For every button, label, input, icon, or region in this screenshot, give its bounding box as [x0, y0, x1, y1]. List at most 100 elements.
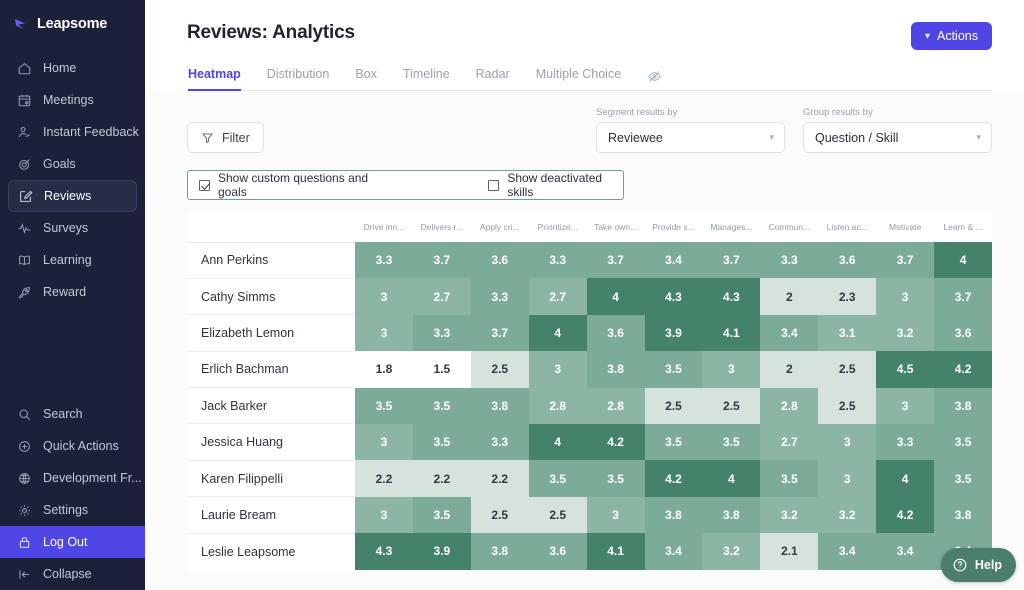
- heatmap-cell[interactable]: 3: [529, 351, 587, 387]
- heatmap-cell[interactable]: 1.5: [413, 351, 471, 387]
- heatmap-cell[interactable]: 3.3: [876, 424, 934, 460]
- segment-select[interactable]: Reviewee ▾: [596, 122, 785, 153]
- tab-multiple-choice[interactable]: Multiple Choice: [536, 67, 621, 91]
- sidebar-item-collapse[interactable]: Collapse: [8, 558, 137, 590]
- sidebar-item-settings[interactable]: Settings: [8, 494, 137, 526]
- heatmap-cell[interactable]: 3.6: [529, 533, 587, 569]
- heatmap-cell[interactable]: 3.6: [587, 315, 645, 351]
- heatmap-cell[interactable]: 3.5: [587, 460, 645, 496]
- heatmap-cell[interactable]: 2.2: [355, 460, 413, 496]
- heatmap-cell[interactable]: 2: [760, 278, 818, 314]
- heatmap-cell[interactable]: 3.4: [818, 533, 876, 569]
- heatmap-cell[interactable]: 4: [587, 278, 645, 314]
- heatmap-cell[interactable]: 3.6: [818, 242, 876, 278]
- heatmap-cell[interactable]: 3.7: [702, 242, 760, 278]
- heatmap-cell[interactable]: 4: [529, 315, 587, 351]
- heatmap-cell[interactable]: 3.7: [471, 315, 529, 351]
- heatmap-cell[interactable]: 2.8: [760, 388, 818, 424]
- heatmap-cell[interactable]: 3: [818, 424, 876, 460]
- heatmap-cell[interactable]: 3.5: [702, 424, 760, 460]
- heatmap-cell[interactable]: 4.1: [702, 315, 760, 351]
- heatmap-cell[interactable]: 3.2: [702, 533, 760, 569]
- heatmap-cell[interactable]: 3.3: [529, 242, 587, 278]
- heatmap-cell[interactable]: 3: [876, 388, 934, 424]
- sidebar-item-instant-feedback[interactable]: Instant Feedback: [8, 116, 137, 148]
- heatmap-cell[interactable]: 1.8: [355, 351, 413, 387]
- heatmap-cell[interactable]: 2.8: [587, 388, 645, 424]
- table-row[interactable]: Karen Filippelli2.22.22.23.53.54.243.534…: [187, 460, 992, 496]
- heatmap-cell[interactable]: 4: [876, 460, 934, 496]
- table-row[interactable]: Erlich Bachman1.81.52.533.83.5322.54.54.…: [187, 351, 992, 387]
- heatmap-cell[interactable]: 4.3: [645, 278, 703, 314]
- heatmap-cell[interactable]: 3.7: [413, 242, 471, 278]
- sidebar-item-meetings[interactable]: Meetings: [8, 84, 137, 116]
- heatmap-cell[interactable]: 2.5: [471, 497, 529, 533]
- heatmap-cell[interactable]: 3.8: [471, 388, 529, 424]
- heatmap-cell[interactable]: 3.9: [413, 533, 471, 569]
- heatmap-cell[interactable]: 4.1: [587, 533, 645, 569]
- heatmap-cell[interactable]: 3.3: [355, 242, 413, 278]
- heatmap-cell[interactable]: 3.3: [471, 278, 529, 314]
- heatmap-cell[interactable]: 3: [702, 351, 760, 387]
- heatmap-cell[interactable]: 2.2: [471, 460, 529, 496]
- sidebar-item-development-framework[interactable]: Development Fr...: [8, 462, 137, 494]
- heatmap-cell[interactable]: 2: [760, 351, 818, 387]
- heatmap-cell[interactable]: 3.7: [587, 242, 645, 278]
- heatmap-cell[interactable]: 3.4: [645, 242, 703, 278]
- heatmap-cell[interactable]: 4: [529, 424, 587, 460]
- table-row[interactable]: Leslie Leapsome4.33.93.83.64.13.43.22.13…: [187, 533, 992, 569]
- heatmap-cell[interactable]: 3.3: [413, 315, 471, 351]
- heatmap-cell[interactable]: 3.2: [818, 497, 876, 533]
- heatmap-cell[interactable]: 3.6: [934, 315, 992, 351]
- heatmap-cell[interactable]: 3.3: [760, 242, 818, 278]
- heatmap-cell[interactable]: 2.5: [702, 388, 760, 424]
- checkbox-custom-questions[interactable]: Show custom questions and goals: [199, 171, 388, 199]
- heatmap-cell[interactable]: 2.5: [471, 351, 529, 387]
- heatmap-cell[interactable]: 3.5: [413, 424, 471, 460]
- heatmap-cell[interactable]: 3.8: [587, 351, 645, 387]
- tab-box[interactable]: Box: [355, 67, 377, 91]
- checkbox-deactivated-skills[interactable]: Show deactivated skills: [488, 171, 623, 199]
- heatmap-cell[interactable]: 3.8: [934, 497, 992, 533]
- heatmap-cell[interactable]: 3: [355, 278, 413, 314]
- heatmap-cell[interactable]: 3.3: [471, 424, 529, 460]
- heatmap-cell[interactable]: 4.3: [355, 533, 413, 569]
- table-row[interactable]: Cathy Simms32.73.32.744.34.322.333.7: [187, 278, 992, 314]
- sidebar-item-goals[interactable]: Goals: [8, 148, 137, 180]
- heatmap-cell[interactable]: 3.5: [934, 424, 992, 460]
- heatmap-cell[interactable]: 3.5: [529, 460, 587, 496]
- group-select[interactable]: Question / Skill ▾: [803, 122, 992, 153]
- sidebar-item-reviews[interactable]: Reviews: [8, 180, 137, 212]
- heatmap-cell[interactable]: 3.8: [934, 388, 992, 424]
- table-row[interactable]: Elizabeth Lemon33.33.743.63.94.13.43.13.…: [187, 315, 992, 351]
- heatmap-cell[interactable]: 3: [355, 424, 413, 460]
- heatmap-table-wrap[interactable]: Drive inn...Delivers r...Apply cri...Pri…: [187, 212, 992, 572]
- heatmap-cell[interactable]: 4.3: [702, 278, 760, 314]
- tab-radar[interactable]: Radar: [476, 67, 510, 91]
- heatmap-cell[interactable]: 3: [587, 497, 645, 533]
- heatmap-cell[interactable]: 3.5: [355, 388, 413, 424]
- heatmap-cell[interactable]: 3.5: [413, 497, 471, 533]
- heatmap-cell[interactable]: 3.4: [760, 315, 818, 351]
- actions-button[interactable]: ▾ Actions: [911, 22, 992, 50]
- heatmap-cell[interactable]: 4.2: [876, 497, 934, 533]
- heatmap-cell[interactable]: 4.2: [587, 424, 645, 460]
- heatmap-cell[interactable]: 3.2: [876, 315, 934, 351]
- sidebar-item-search[interactable]: Search: [8, 398, 137, 430]
- heatmap-cell[interactable]: 2.5: [529, 497, 587, 533]
- heatmap-cell[interactable]: 3.5: [645, 351, 703, 387]
- heatmap-cell[interactable]: 2.3: [818, 278, 876, 314]
- heatmap-cell[interactable]: 3.4: [645, 533, 703, 569]
- heatmap-cell[interactable]: 4: [702, 460, 760, 496]
- heatmap-cell[interactable]: 3.9: [645, 315, 703, 351]
- heatmap-cell[interactable]: 3: [355, 497, 413, 533]
- heatmap-cell[interactable]: 2.7: [760, 424, 818, 460]
- table-row[interactable]: Laurie Bream33.52.52.533.83.83.23.24.23.…: [187, 497, 992, 533]
- heatmap-cell[interactable]: 3.6: [471, 242, 529, 278]
- sidebar-item-surveys[interactable]: Surveys: [8, 212, 137, 244]
- heatmap-cell[interactable]: 3.7: [934, 278, 992, 314]
- heatmap-cell[interactable]: 3.5: [645, 424, 703, 460]
- heatmap-cell[interactable]: 4.5: [876, 351, 934, 387]
- sidebar-item-home[interactable]: Home: [8, 52, 137, 84]
- hide-toggle-button[interactable]: [647, 69, 662, 90]
